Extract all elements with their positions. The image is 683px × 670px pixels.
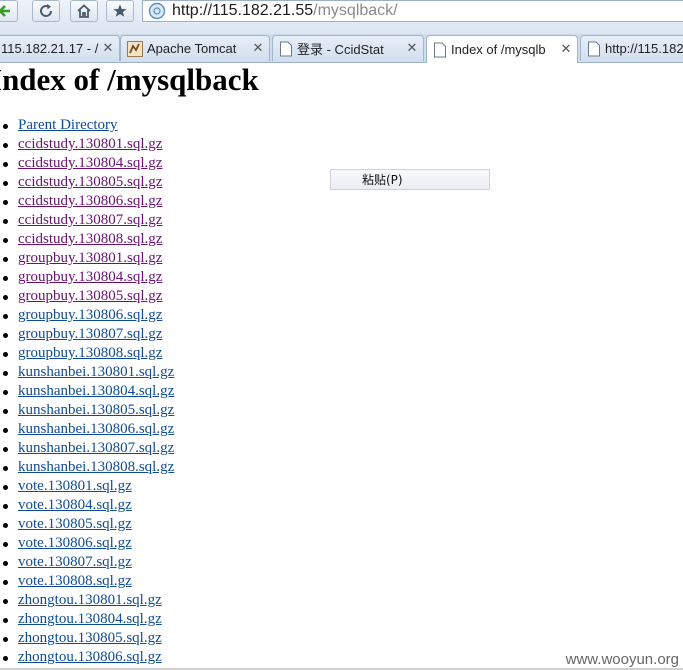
file-link[interactable]: vote.130807.sql.gz xyxy=(18,554,132,570)
list-item: groupbuy.130808.sql.gz xyxy=(0,344,174,363)
browser-toolbar: http://115.182.21.55/mysqlback/ xyxy=(0,0,683,34)
parent-directory-link[interactable]: Parent Directory xyxy=(18,117,118,133)
context-menu: 粘贴(P) xyxy=(330,169,490,190)
tab-strip: 115.182.21.17 - / ✕ Apache Tomcat ✕ 登录 -… xyxy=(0,34,683,63)
address-text: http://115.182.21.55/mysqlback/ xyxy=(172,2,398,20)
reload-button[interactable] xyxy=(32,0,60,22)
file-link[interactable]: zhongtou.130804.sql.gz xyxy=(18,611,162,627)
list-item: zhongtou.130801.sql.gz xyxy=(0,591,174,610)
close-icon[interactable]: ✕ xyxy=(101,41,115,56)
file-link[interactable]: zhongtou.130806.sql.gz xyxy=(18,649,162,665)
file-link[interactable]: kunshanbei.130807.sql.gz xyxy=(18,440,174,456)
tab-index-of-mysqlback[interactable]: Index of /mysqlb ✕ xyxy=(426,35,578,63)
list-item: kunshanbei.130804.sql.gz xyxy=(0,382,174,401)
list-item: ccidstudy.130805.sql.gz xyxy=(0,173,174,192)
list-item: kunshanbei.130805.sql.gz xyxy=(0,401,174,420)
url-host: http://115.182.21.55 xyxy=(172,2,314,19)
close-icon[interactable]: ✕ xyxy=(405,41,419,56)
list-item: ccidstudy.130808.sql.gz xyxy=(0,230,174,249)
home-button[interactable] xyxy=(70,0,98,22)
tab-apache-tomcat[interactable]: Apache Tomcat ✕ xyxy=(120,35,270,61)
file-link[interactable]: groupbuy.130806.sql.gz xyxy=(18,307,162,323)
list-item: ccidstudy.130801.sql.gz xyxy=(0,135,174,154)
file-link[interactable]: zhongtou.130801.sql.gz xyxy=(18,592,162,608)
list-item: kunshanbei.130801.sql.gz xyxy=(0,363,174,382)
file-link[interactable]: vote.130808.sql.gz xyxy=(18,573,132,589)
list-item: groupbuy.130806.sql.gz xyxy=(0,306,174,325)
page-icon xyxy=(434,42,446,57)
file-link[interactable]: zhongtou.130805.sql.gz xyxy=(18,630,162,646)
reload-icon xyxy=(40,4,53,17)
list-item: zhongtou.130806.sql.gz xyxy=(0,648,174,667)
list-item: vote.130805.sql.gz xyxy=(0,515,174,534)
paste-menu-item[interactable]: 粘贴(P) xyxy=(362,171,403,188)
page-icon xyxy=(588,41,600,56)
list-item: kunshanbei.130808.sql.gz xyxy=(0,458,174,477)
file-link[interactable]: kunshanbei.130804.sql.gz xyxy=(18,383,174,399)
list-item: groupbuy.130801.sql.gz xyxy=(0,249,174,268)
bookmark-button[interactable] xyxy=(106,0,134,22)
file-link[interactable]: kunshanbei.130808.sql.gz xyxy=(18,459,174,475)
tab-title: 115.182.21.17 - / xyxy=(1,41,99,56)
list-item: groupbuy.130805.sql.gz xyxy=(0,287,174,306)
list-item: groupbuy.130804.sql.gz xyxy=(0,268,174,287)
list-item: vote.130801.sql.gz xyxy=(0,477,174,496)
list-item: vote.130808.sql.gz xyxy=(0,572,174,591)
file-link[interactable]: ccidstudy.130806.sql.gz xyxy=(18,193,162,209)
tab-title: 登录 - CcidStat xyxy=(297,42,384,57)
file-list: Parent Directory ccidstudy.130801.sql.gz c… xyxy=(0,116,174,667)
file-link[interactable]: kunshanbei.130801.sql.gz xyxy=(18,364,174,380)
file-link[interactable]: ccidstudy.130807.sql.gz xyxy=(18,212,162,228)
tab-title: Apache Tomcat xyxy=(147,41,237,56)
page-icon xyxy=(280,41,292,56)
list-item: kunshanbei.130807.sql.gz xyxy=(0,439,174,458)
globe-icon xyxy=(148,2,166,20)
watermark: www.wooyun.org xyxy=(565,651,679,668)
tab-title: Index of /mysqlb xyxy=(451,42,546,57)
tab-115-182-21-17[interactable]: 115.182.21.17 - / ✕ xyxy=(0,35,120,61)
back-arrow-icon xyxy=(0,5,10,17)
list-item: ccidstudy.130804.sql.gz xyxy=(0,154,174,173)
file-link[interactable]: groupbuy.130804.sql.gz xyxy=(18,269,162,285)
list-item: vote.130807.sql.gz xyxy=(0,553,174,572)
file-link[interactable]: vote.130804.sql.gz xyxy=(18,497,132,513)
list-item: ccidstudy.130806.sql.gz xyxy=(0,192,174,211)
tab-115-182[interactable]: http://115.182 xyxy=(580,35,683,61)
file-link[interactable]: ccidstudy.130808.sql.gz xyxy=(18,231,162,247)
file-link[interactable]: ccidstudy.130801.sql.gz xyxy=(18,136,162,152)
file-link[interactable]: vote.130801.sql.gz xyxy=(18,478,132,494)
file-link[interactable]: kunshanbei.130805.sql.gz xyxy=(18,402,174,418)
file-link[interactable]: groupbuy.130805.sql.gz xyxy=(18,288,162,304)
back-button[interactable] xyxy=(0,0,18,22)
url-path: /mysqlback/ xyxy=(313,2,398,19)
list-item: ccidstudy.130807.sql.gz xyxy=(0,211,174,230)
file-link[interactable]: groupbuy.130808.sql.gz xyxy=(18,345,162,361)
home-icon xyxy=(77,4,91,18)
list-item: zhongtou.130805.sql.gz xyxy=(0,629,174,648)
page-title: Index of /mysqlback xyxy=(0,62,259,97)
list-item: vote.130804.sql.gz xyxy=(0,496,174,515)
list-item: Parent Directory xyxy=(0,116,174,135)
close-icon[interactable]: ✕ xyxy=(251,41,265,56)
close-icon[interactable]: ✕ xyxy=(559,42,573,57)
list-item: zhongtou.130804.sql.gz xyxy=(0,610,174,629)
file-link[interactable]: vote.130805.sql.gz xyxy=(18,516,132,532)
tab-ccidstat-login[interactable]: 登录 - CcidStat ✕ xyxy=(272,35,424,61)
list-item: vote.130806.sql.gz xyxy=(0,534,174,553)
file-link[interactable]: vote.130806.sql.gz xyxy=(18,535,132,551)
file-link[interactable]: kunshanbei.130806.sql.gz xyxy=(18,421,174,437)
address-bar[interactable]: http://115.182.21.55/mysqlback/ xyxy=(142,0,683,22)
list-item: kunshanbei.130806.sql.gz xyxy=(0,420,174,439)
tomcat-icon xyxy=(127,40,143,57)
star-icon xyxy=(113,4,127,17)
file-link[interactable]: ccidstudy.130805.sql.gz xyxy=(18,174,162,190)
tab-title: http://115.182 xyxy=(605,41,683,56)
file-link[interactable]: ccidstudy.130804.sql.gz xyxy=(18,155,162,171)
list-item: groupbuy.130807.sql.gz xyxy=(0,325,174,344)
file-link[interactable]: groupbuy.130801.sql.gz xyxy=(18,250,162,266)
file-link[interactable]: groupbuy.130807.sql.gz xyxy=(18,326,162,342)
